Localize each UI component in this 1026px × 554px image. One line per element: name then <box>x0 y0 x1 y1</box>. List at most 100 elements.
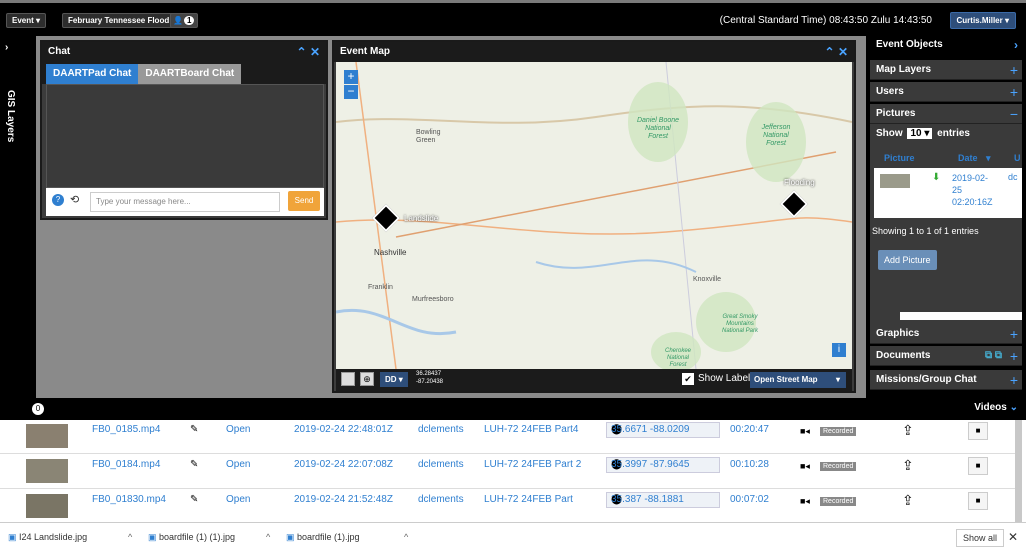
videos-header: 0 Videos ⌄ <box>0 398 1026 420</box>
plus-icon[interactable]: + <box>1010 346 1018 366</box>
close-icon[interactable]: ✕ <box>310 45 320 59</box>
video-row[interactable]: FB0_0184.mp4 ✎ Open 2019-02-24 22:07:08Z… <box>0 455 1015 489</box>
download-item[interactable]: ▣ boardfile (1).jpg <box>286 532 360 543</box>
video-coord[interactable]: ⬤ 35.387 -88.1881 <box>606 492 720 508</box>
delete-button[interactable]: ■ <box>968 492 988 510</box>
col-date[interactable]: Date <box>958 153 978 163</box>
measure-icon[interactable] <box>341 372 355 386</box>
help-icon[interactable]: ? <box>52 194 64 206</box>
collapse-icon[interactable]: ⌃ <box>297 45 307 59</box>
plus-icon[interactable]: + <box>1010 82 1018 102</box>
delete-button[interactable]: ■ <box>968 457 988 475</box>
add-picture-button[interactable]: Add Picture <box>878 250 937 270</box>
map-city-label: Bowling Green <box>416 129 441 144</box>
gis-layers-panel[interactable]: › GIS Layers <box>0 36 36 398</box>
open-link[interactable]: Open <box>226 494 250 505</box>
collapse-icon[interactable]: ⌃ <box>825 45 835 59</box>
video-coord[interactable]: ⬤ 35.3997 -87.9645 <box>606 457 720 473</box>
chevron-right-icon[interactable]: › <box>1014 36 1018 54</box>
sort-icon[interactable]: ▾ <box>986 153 991 164</box>
zoom-out-button[interactable]: − <box>344 85 358 99</box>
open-link[interactable]: Open <box>226 459 250 470</box>
vertical-scrollbar[interactable] <box>1015 420 1022 522</box>
coord-lon: -87.20438 <box>416 379 444 385</box>
open-link[interactable]: Open <box>226 424 250 435</box>
section-missions-group-chat[interactable]: Missions/Group Chat + <box>870 370 1022 390</box>
video-thumbnail[interactable] <box>26 459 68 483</box>
picture-user[interactable]: dc <box>1008 172 1018 182</box>
videos-title[interactable]: Videos ⌄ <box>974 402 1018 413</box>
video-row[interactable]: FB0_01830.mp4 ✎ Open 2019-02-24 21:52:48… <box>0 490 1015 524</box>
video-file[interactable]: FB0_0184.mp4 <box>92 459 160 470</box>
video-user: dclements <box>418 459 464 470</box>
event-menu-button[interactable]: Event ▾ <box>6 13 47 28</box>
info-button[interactable]: i <box>832 343 846 357</box>
document-icons[interactable]: ⧉ ⧉ <box>985 346 1002 366</box>
recorded-badge: Recorded <box>820 497 857 506</box>
video-row[interactable]: FB0_0185.mp4 ✎ Open 2019-02-24 22:48:01Z… <box>0 420 1015 454</box>
map-header: Event Map ⌃ ✕ <box>334 42 854 62</box>
basemap-select[interactable]: Open Street Map ▾ <box>750 372 846 388</box>
chevron-up-icon[interactable]: ^ <box>128 532 132 542</box>
upload-icon[interactable]: ⇪ <box>902 422 914 439</box>
map-city-label: Murfreesboro <box>412 296 454 303</box>
video-thumbnail[interactable] <box>26 424 68 448</box>
picture-thumbnail[interactable] <box>880 174 910 188</box>
picture-row[interactable]: ⬇ 2019-02-25 02:20:16Z dc <box>874 168 1022 218</box>
section-pictures[interactable]: Pictures − <box>870 104 1022 124</box>
tab-daartboard-chat[interactable]: DAARTBoard Chat <box>138 64 242 84</box>
user-icon: 👤 <box>173 16 183 25</box>
map-city-label: Cherokee National Forest <box>664 348 691 368</box>
coord-format-select[interactable]: DD ▾ <box>380 372 408 387</box>
download-item[interactable]: ▣ boardfile (1) (1).jpg <box>148 532 235 543</box>
event-name-button[interactable]: February Tennessee Flood <box>62 13 176 28</box>
video-file[interactable]: FB0_0185.mp4 <box>92 424 160 435</box>
chevron-up-icon[interactable]: ^ <box>266 532 270 542</box>
chat-message-input[interactable]: Type your message here... <box>90 192 280 212</box>
horizontal-scrollbar[interactable] <box>900 312 1022 320</box>
user-menu-button[interactable]: Curtis.Miller ▾ <box>949 12 1016 29</box>
plus-icon[interactable]: + <box>1010 324 1018 344</box>
map-city-label: Knoxville <box>693 276 722 283</box>
zoom-in-button[interactable]: + <box>344 70 358 84</box>
video-duration: 00:20:47 <box>730 424 769 435</box>
locate-icon[interactable]: ⊕ <box>360 372 374 386</box>
show-all-button[interactable]: Show all <box>956 529 1005 547</box>
delete-button[interactable]: ■ <box>968 422 988 440</box>
col-picture[interactable]: Picture <box>884 153 915 163</box>
edit-icon[interactable]: ✎ <box>190 424 198 435</box>
edit-icon[interactable]: ✎ <box>190 494 198 505</box>
upload-icon[interactable]: ⇪ <box>902 492 914 509</box>
video-date: 2019-02-24 21:52:48Z <box>294 494 393 505</box>
event-map-panel: Event Map ⌃ ✕ Bowling Green Daniel Boone… <box>332 40 856 393</box>
map-canvas[interactable]: Bowling Green Daniel Boone National Fore… <box>336 62 852 369</box>
section-documents[interactable]: Documents + ⧉ ⧉ <box>870 346 1022 366</box>
chevron-up-icon[interactable]: ^ <box>404 532 408 542</box>
close-icon[interactable]: ✕ <box>1008 530 1018 544</box>
close-icon[interactable]: ✕ <box>838 45 848 59</box>
entries-select[interactable]: 10 ▾ <box>907 128 933 139</box>
show-labels-checkbox[interactable]: ✔ <box>682 373 694 385</box>
col-user[interactable]: U <box>1014 153 1021 163</box>
video-thumbnail[interactable] <box>26 494 68 518</box>
tab-daartpad-chat[interactable]: DAARTPad Chat <box>46 64 139 84</box>
download-item[interactable]: ▣ I24 Landslide.jpg <box>8 532 87 543</box>
section-graphics[interactable]: Graphics + <box>870 324 1022 344</box>
chevron-right-icon[interactable]: › <box>5 42 8 53</box>
section-users[interactable]: Users + <box>870 82 1022 102</box>
plus-icon[interactable]: + <box>1010 370 1018 390</box>
chat-header: Chat ⌃ ✕ <box>42 42 326 62</box>
plus-icon[interactable]: + <box>1010 60 1018 80</box>
history-icon[interactable]: ⟲ <box>70 193 79 206</box>
download-icon[interactable]: ⬇ <box>932 172 940 183</box>
online-users-button[interactable]: 👤 1 <box>170 13 198 28</box>
upload-icon[interactable]: ⇪ <box>902 457 914 474</box>
video-file[interactable]: FB0_01830.mp4 <box>92 494 166 505</box>
video-coord[interactable]: ⬤ 35.6671 -88.0209 <box>606 422 720 438</box>
picture-date[interactable]: 2019-02-25 02:20:16Z <box>952 172 998 208</box>
send-button[interactable]: Send <box>288 191 320 211</box>
section-map-layers[interactable]: Map Layers + <box>870 60 1022 80</box>
edit-icon[interactable]: ✎ <box>190 459 198 470</box>
chat-messages <box>46 84 324 188</box>
minus-icon[interactable]: − <box>1010 104 1018 124</box>
